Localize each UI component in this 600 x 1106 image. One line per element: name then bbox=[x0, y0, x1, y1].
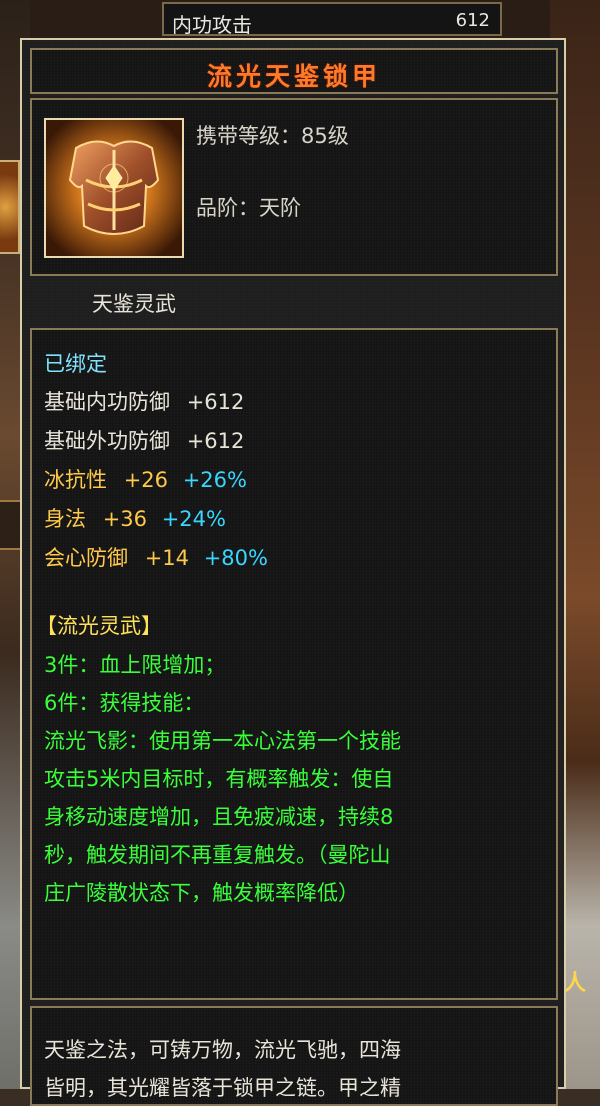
bonus-attr-name: 冰抗性 bbox=[44, 468, 107, 492]
base-attr-value: +612 bbox=[186, 429, 245, 453]
base-attr-name: 基础外功防御 bbox=[44, 429, 170, 453]
bonus-attr-percent: +80% bbox=[203, 546, 268, 570]
item-description-box: 天鉴之法，可铸万物，流光飞驰，四海 皆明，其光耀皆落于锁甲之链。甲之精 bbox=[30, 1006, 558, 1106]
item-title-box: 流光天鉴锁甲 bbox=[30, 48, 558, 94]
set-line: 秒，触发期间不再重复触发。（曼陀山 bbox=[44, 843, 391, 867]
set-line: 身移动速度增加，且免疲减速，持续8 bbox=[44, 805, 394, 829]
attack-stat-value: 612 bbox=[455, 10, 490, 31]
set-line: 3件：血上限增加； bbox=[44, 653, 226, 677]
set-title: 【流光灵武】 bbox=[36, 614, 162, 638]
item-grade: 品阶：天阶 bbox=[196, 196, 301, 220]
set-line: 流光飞影：使用第一本心法第一个技能 bbox=[44, 729, 401, 753]
base-attr-name: 基础内功防御 bbox=[44, 390, 170, 414]
item-tooltip-panel: 流光天鉴锁甲 携带等级：85级 品阶：天阶 天鉴灵武 已绑定 基础内功防御 +6… bbox=[20, 38, 566, 1106]
bonus-attr-name: 会心防御 bbox=[44, 546, 128, 570]
base-attr-row: 基础外功防御 +612 bbox=[44, 425, 244, 455]
attack-stat-row: 内功攻击 612 bbox=[162, 2, 502, 37]
bonus-attr-row: 冰抗性 +26 +26% bbox=[44, 464, 247, 494]
bonus-attr-value: +14 bbox=[144, 546, 190, 570]
background-item-slot bbox=[0, 160, 20, 254]
armor-item-icon bbox=[44, 118, 184, 258]
bonus-attr-name: 身法 bbox=[44, 507, 86, 531]
item-stats-box: 已绑定 基础内功防御 +612 基础外功防御 +612 冰抗性 +26 +26%… bbox=[30, 328, 558, 1000]
background-sign-glyph: 人 bbox=[564, 971, 587, 996]
description-line: 皆明，其光耀皆落于锁甲之链。甲之精 bbox=[44, 1076, 401, 1100]
set-line: 攻击5米内目标时，有概率触发：使自 bbox=[44, 767, 394, 791]
bound-status: 已绑定 bbox=[44, 352, 107, 376]
set-group-name: 天鉴灵武 bbox=[92, 292, 176, 316]
attack-stat-label: 内功攻击 bbox=[172, 13, 252, 37]
bonus-attr-percent: +24% bbox=[161, 507, 226, 531]
bonus-attr-value: +26 bbox=[123, 468, 169, 492]
bonus-attr-percent: +26% bbox=[182, 468, 247, 492]
set-line: 庄广陵散状态下，触发概率降低） bbox=[44, 881, 359, 905]
description-line: 天鉴之法，可铸万物，流光飞驰，四海 bbox=[44, 1038, 401, 1062]
carry-level: 携带等级：85级 bbox=[196, 124, 349, 148]
bonus-attr-row: 会心防御 +14 +80% bbox=[44, 542, 268, 572]
set-line: 6件：获得技能： bbox=[44, 691, 205, 715]
base-attr-row: 基础内功防御 +612 bbox=[44, 386, 244, 416]
base-attr-value: +612 bbox=[186, 390, 245, 414]
item-name: 流光天鉴锁甲 bbox=[206, 62, 381, 91]
bonus-attr-row: 身法 +36 +24% bbox=[44, 503, 226, 533]
bonus-attr-value: +36 bbox=[102, 507, 148, 531]
item-info-box: 携带等级：85级 品阶：天阶 bbox=[30, 98, 558, 276]
